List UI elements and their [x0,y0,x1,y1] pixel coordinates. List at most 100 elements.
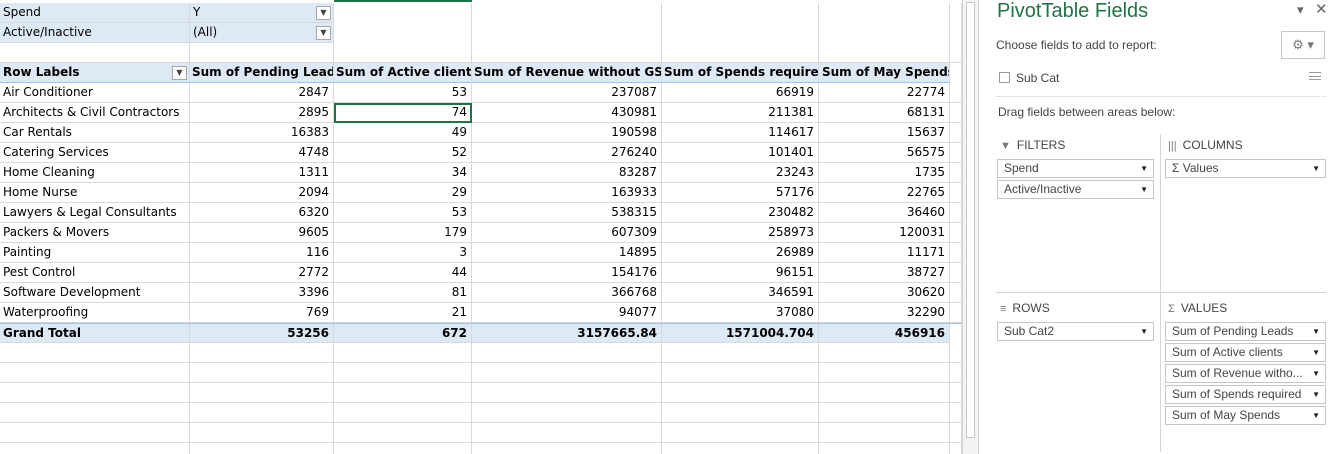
value-cell[interactable]: 237087 [472,83,662,103]
chevron-down-icon[interactable]: ▼ [316,26,331,40]
chevron-down-icon[interactable]: ▼ [1312,344,1320,361]
value-cell[interactable]: 22765 [819,183,950,203]
value-cell[interactable]: 154176 [472,263,662,283]
pane-options-chevron-icon[interactable]: ▾ [1297,2,1304,18]
row-label[interactable]: Lawyers & Legal Consultants [0,203,190,223]
empty-cell[interactable] [950,63,962,83]
empty-cell[interactable] [950,143,962,163]
values-area-item[interactable]: Sum of May Spends ▼ [1165,406,1326,425]
empty-cell[interactable] [0,403,190,423]
values-area-item[interactable]: Sum of Revenue witho... ▼ [1165,364,1326,383]
empty-cell[interactable] [0,43,190,63]
empty-cell[interactable] [190,43,334,63]
value-cell[interactable]: 11171 [819,243,950,263]
empty-cell[interactable] [472,443,662,454]
empty-cell[interactable] [334,383,472,403]
filters-area-item[interactable]: Spend ▼ [997,159,1154,178]
empty-cell[interactable] [950,23,962,43]
field-checkbox[interactable] [999,72,1010,83]
empty-cell[interactable] [662,343,819,363]
empty-cell[interactable] [190,403,334,423]
empty-cell[interactable] [662,403,819,423]
empty-cell[interactable] [0,363,190,383]
empty-cell[interactable] [472,403,662,423]
empty-cell[interactable] [950,203,962,223]
row-label[interactable]: Home Cleaning [0,163,190,183]
value-cell[interactable]: 116 [190,243,334,263]
value-cell[interactable]: 120031 [819,223,950,243]
value-cell[interactable]: 211381 [662,103,819,123]
empty-cell[interactable] [472,423,662,443]
value-cell[interactable]: 346591 [662,283,819,303]
value-cell[interactable]: 53 [334,83,472,103]
column-header[interactable]: Sum of Spends required [662,63,819,83]
empty-cell[interactable] [950,283,962,303]
value-cell[interactable]: 190598 [472,123,662,143]
empty-cell[interactable] [190,443,334,454]
row-label[interactable]: Air Conditioner [0,83,190,103]
column-header[interactable]: Sum of Revenue without GST [472,63,662,83]
value-cell[interactable]: 230482 [662,203,819,223]
empty-cell[interactable] [819,3,950,23]
empty-cell[interactable] [190,343,334,363]
empty-cell[interactable] [950,343,962,363]
filter-value[interactable]: Y ▼ [190,3,334,23]
value-cell[interactable]: 74 [334,103,472,123]
field-sub-cat[interactable]: Sub Cat [999,71,1059,85]
value-cell[interactable]: 1311 [190,163,334,183]
row-label[interactable]: Car Rentals [0,123,190,143]
close-icon[interactable]: ✕ [1315,0,1328,18]
empty-cell[interactable] [819,43,950,63]
filter-applied-icon[interactable]: ▼ [316,6,331,20]
value-cell[interactable]: 2847 [190,83,334,103]
value-cell[interactable]: 96151 [662,263,819,283]
value-cell[interactable]: 2094 [190,183,334,203]
value-cell[interactable]: 53 [334,203,472,223]
gear-icon[interactable]: ⚙ ▾ [1281,31,1325,59]
value-cell[interactable]: 56575 [819,143,950,163]
values-area-item[interactable]: Sum of Pending Leads ▼ [1165,322,1326,341]
value-cell[interactable]: 30620 [819,283,950,303]
empty-cell[interactable] [662,423,819,443]
empty-cell[interactable] [0,423,190,443]
values-area-item[interactable]: Sum of Spends required ▼ [1165,385,1326,404]
empty-cell[interactable] [334,403,472,423]
row-label[interactable]: Waterproofing [0,303,190,323]
column-header[interactable]: Sum of Active clients [334,63,472,83]
empty-cell[interactable] [662,23,819,43]
empty-cell[interactable] [662,43,819,63]
value-cell[interactable]: 258973 [662,223,819,243]
empty-cell[interactable] [472,3,662,23]
value-cell[interactable]: 101401 [662,143,819,163]
value-cell[interactable]: 37080 [662,303,819,323]
value-cell[interactable]: 2772 [190,263,334,283]
value-cell[interactable]: 32290 [819,303,950,323]
value-cell[interactable]: 179 [334,223,472,243]
scrollbar-thumb[interactable] [966,2,975,438]
value-cell[interactable]: 34 [334,163,472,183]
empty-cell[interactable] [950,363,962,383]
row-label[interactable]: Software Development [0,283,190,303]
empty-cell[interactable] [950,83,962,103]
row-label[interactable]: Catering Services [0,143,190,163]
row-label[interactable]: Painting [0,243,190,263]
columns-area-item[interactable]: Σ Values ▼ [1165,159,1326,178]
empty-cell[interactable] [334,23,472,43]
empty-cell[interactable] [334,3,472,23]
value-cell[interactable]: 430981 [472,103,662,123]
empty-cell[interactable] [950,383,962,403]
grand-total-value[interactable]: 3157665.84 [472,324,662,344]
empty-cell[interactable] [190,363,334,383]
filter-value[interactable]: (All) ▼ [190,23,334,43]
empty-cell[interactable] [950,123,962,143]
rows-area-item[interactable]: Sub Cat2 ▼ [997,322,1154,341]
row-label[interactable]: Home Nurse [0,183,190,203]
value-cell[interactable]: 769 [190,303,334,323]
empty-cell[interactable] [950,324,962,344]
grand-total-value[interactable]: 53256 [190,324,334,344]
empty-cell[interactable] [819,343,950,363]
empty-cell[interactable] [472,43,662,63]
empty-cell[interactable] [819,383,950,403]
chevron-down-icon[interactable]: ▼ [1140,323,1148,340]
value-cell[interactable]: 36460 [819,203,950,223]
